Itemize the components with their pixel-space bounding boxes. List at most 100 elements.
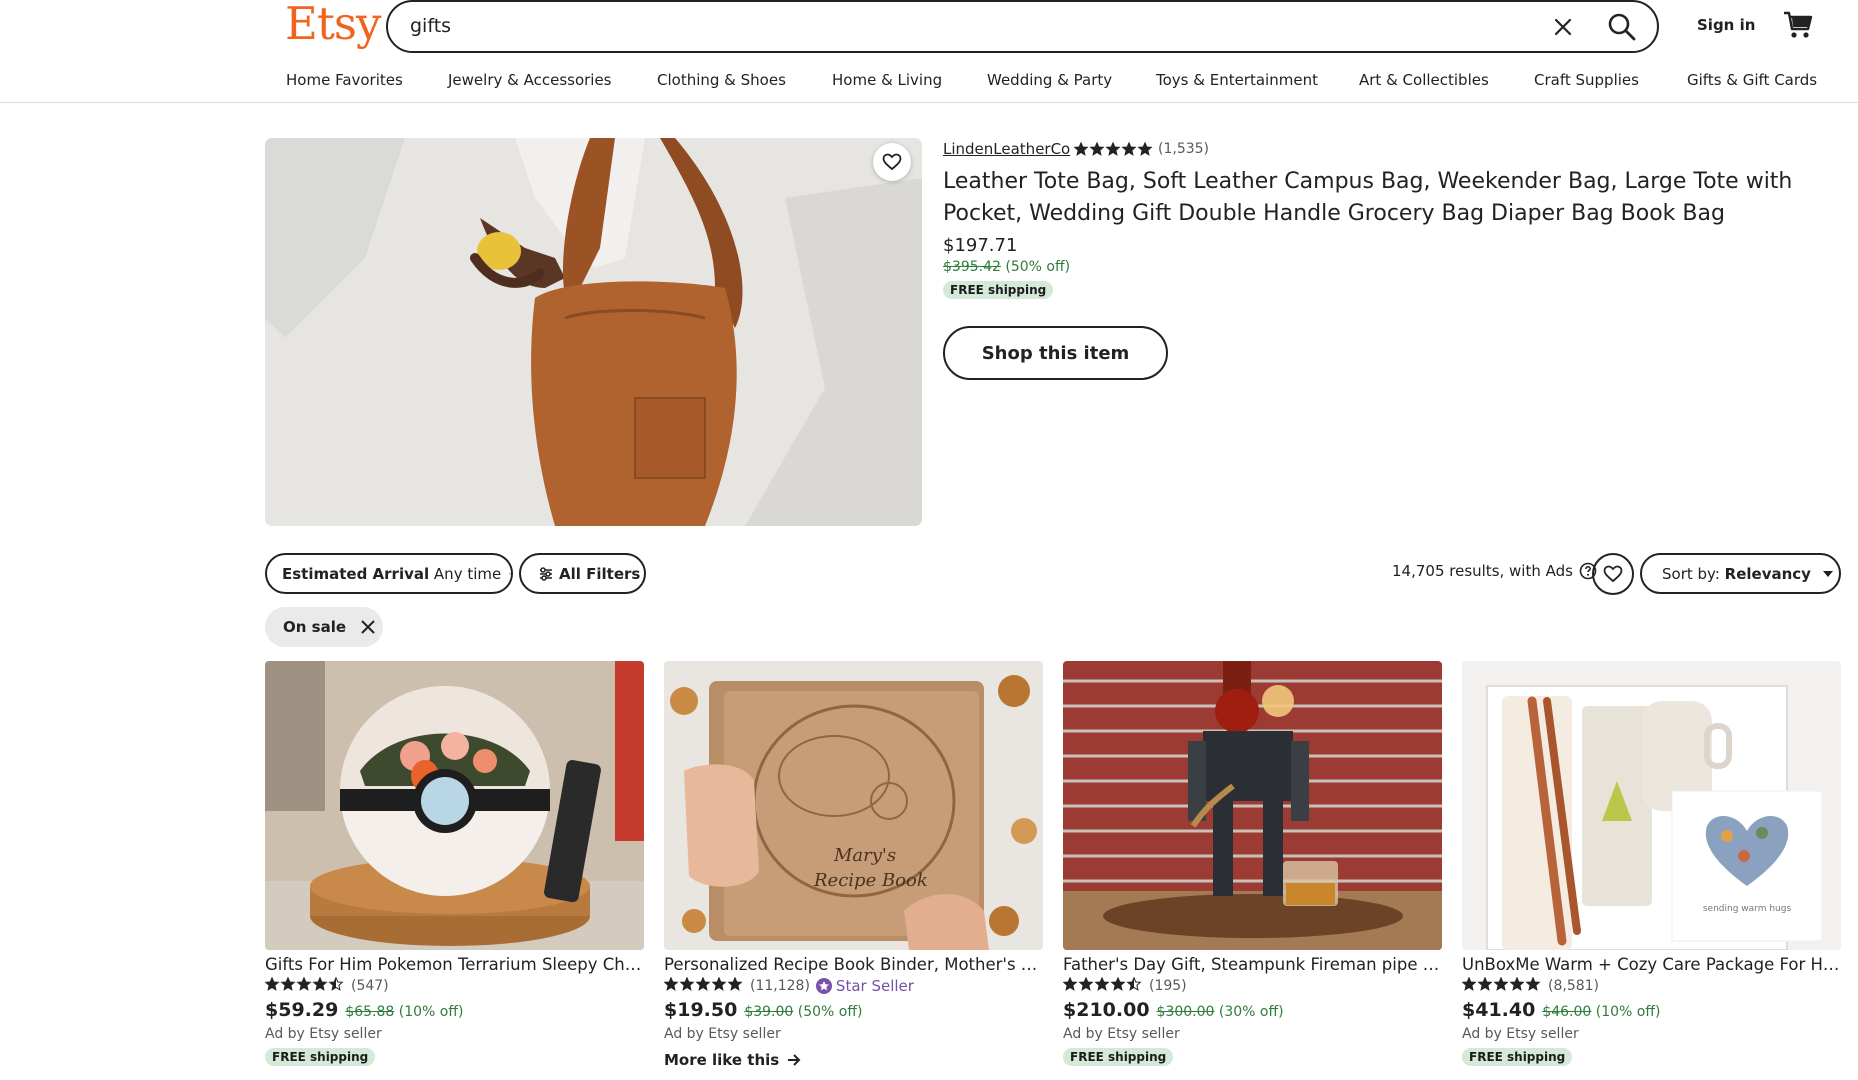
etsy-logo[interactable]: Etsy — [285, 0, 381, 50]
sort-dropdown[interactable]: Sort by: Relevancy — [1640, 553, 1841, 594]
star-rating-icons — [1062, 976, 1142, 991]
listing-rating: (195) — [1062, 976, 1442, 995]
nav-jewelry-accessories[interactable]: Jewelry & Accessories — [448, 71, 612, 89]
more-like-this-label: More like this — [664, 1051, 780, 1069]
listing-rating: (8,581) — [1461, 976, 1841, 995]
chip-label: On sale — [283, 618, 347, 636]
discount: (50% off) — [797, 1004, 863, 1020]
heart-icon — [1603, 565, 1623, 583]
star-rating-icons — [1073, 141, 1153, 156]
strike-price: $39.00 — [744, 1004, 794, 1020]
listing-card[interactable]: Father's Day Gift, Steampunk Fireman pip… — [1062, 661, 1442, 1066]
nav-wedding-party[interactable]: Wedding & Party — [987, 71, 1112, 89]
results-count: 14,705 results, with Ads — [1392, 562, 1597, 580]
cart-icon[interactable] — [1782, 10, 1814, 40]
listing-image[interactable]: Mary's Recipe Book — [664, 661, 1043, 950]
nav-toys-entertainment[interactable]: Toys & Entertainment — [1156, 71, 1318, 89]
card-message-text: sending warm hugs — [1703, 904, 1792, 914]
more-like-this-link[interactable]: More like this — [664, 1051, 1043, 1069]
rating-stars — [663, 976, 744, 995]
search-input[interactable] — [410, 11, 1510, 41]
rating-stars — [264, 976, 345, 995]
ad-label: Ad by Etsy seller — [1063, 1026, 1180, 1042]
star-icon — [264, 976, 280, 991]
all-filters-label: All Filters — [559, 564, 641, 583]
ad-label: Ad by Etsy seller — [664, 1026, 781, 1042]
ad-label: Ad by Etsy seller — [1462, 1026, 1579, 1042]
nav-clothing-shoes[interactable]: Clothing & Shoes — [657, 71, 786, 89]
recipe-book-photo: Mary's Recipe Book — [664, 661, 1043, 950]
star-icon — [1493, 976, 1509, 991]
strike-price: $65.88 — [345, 1004, 395, 1020]
nav-home-favorites[interactable]: Home Favorites — [286, 71, 403, 89]
listing-title[interactable]: UnBoxMe Warm + Cozy Care Package For Her… — [1462, 955, 1841, 974]
strike-price: $46.00 — [1542, 1004, 1592, 1020]
sale-price: $59.29 — [265, 999, 339, 1021]
listing-title[interactable]: Father's Day Gift, Steampunk Fireman pip… — [1063, 955, 1442, 974]
star-icon — [328, 976, 344, 991]
nav-gifts-gift-cards[interactable]: Gifts & Gift Cards — [1687, 71, 1817, 89]
listing-title[interactable]: Gifts For Him Pokemon Terrarium Sleepy C… — [265, 955, 644, 974]
listing-title[interactable]: Personalized Recipe Book Binder, Mother'… — [664, 955, 1043, 974]
featured-title[interactable]: Leather Tote Bag, Soft Leather Campus Ba… — [943, 166, 1823, 230]
listing-image[interactable] — [265, 661, 644, 950]
featured-shop-link[interactable]: LindenLeatherCo — [943, 140, 1070, 158]
listing-card[interactable]: Mary's Recipe Book Personalized Recipe B… — [663, 661, 1043, 1069]
star-seller-icon — [815, 978, 832, 994]
listing-card[interactable]: sending warm hugs UnBoxMe Warm + Cozy Ca… — [1461, 661, 1841, 1066]
all-filters-button[interactable]: All Filters — [519, 553, 646, 594]
on-sale-filter-chip[interactable]: On sale — [265, 607, 383, 647]
listing-rating: (547) — [264, 976, 644, 995]
free-shipping-badge: FREE shipping — [1462, 1048, 1573, 1066]
featured-original-price: $395.42 (50% off) — [943, 259, 1070, 275]
featured-product-image[interactable] — [265, 138, 922, 526]
nav-craft-supplies[interactable]: Craft Supplies — [1534, 71, 1639, 89]
favorite-featured-button[interactable] — [873, 143, 911, 181]
strike-price: $300.00 — [1156, 1004, 1215, 1020]
free-shipping-badge: FREE shipping — [265, 1048, 376, 1066]
star-icon — [1477, 976, 1493, 991]
listing-image[interactable]: sending warm hugs — [1462, 661, 1841, 950]
original-price: $39.00 (50% off) — [744, 1004, 862, 1020]
listing-card[interactable]: Gifts For Him Pokemon Terrarium Sleepy C… — [264, 661, 644, 1066]
pokeball-terrarium-photo — [265, 661, 644, 950]
star-icon — [1105, 141, 1121, 156]
original-price: $65.88 (10% off) — [345, 1004, 463, 1020]
star-icon — [663, 976, 679, 991]
nav-home-living[interactable]: Home & Living — [832, 71, 942, 89]
arrow-right-icon — [788, 1054, 801, 1066]
star-icon — [1121, 141, 1137, 156]
filter-sliders-icon — [540, 566, 552, 581]
featured-discount: (50% off) — [1005, 259, 1071, 275]
sign-in-link[interactable]: Sign in — [1697, 16, 1755, 34]
star-rating-icons — [264, 976, 344, 991]
shop-this-item-button[interactable]: Shop this item — [943, 326, 1168, 380]
star-icon — [679, 976, 695, 991]
star-icon — [727, 976, 743, 991]
clear-search-icon[interactable] — [1550, 14, 1576, 40]
remove-filter-icon[interactable] — [360, 619, 376, 635]
save-search-button[interactable] — [1592, 553, 1634, 595]
star-icon — [1137, 141, 1153, 156]
review-count: (11,128) — [750, 978, 810, 994]
star-icon — [1073, 141, 1089, 156]
featured-review-count: (1,535) — [1158, 141, 1210, 157]
star-rating-icons — [1461, 976, 1541, 991]
estimated-arrival-filter[interactable]: Estimated Arrival Any time — [265, 553, 513, 594]
listing-price: $210.00 $300.00 (30% off) — [1063, 999, 1442, 1021]
star-rating-icons — [663, 976, 743, 991]
star-icon — [695, 976, 711, 991]
caret-down-icon — [1822, 570, 1833, 577]
sort-label: Sort by: — [1662, 564, 1720, 583]
listing-price: $41.40 $46.00 (10% off) — [1462, 999, 1841, 1021]
search-bar — [386, 0, 1659, 53]
featured-free-shipping-badge: FREE shipping — [943, 281, 1054, 299]
featured-rating-stars — [1073, 141, 1154, 160]
listing-image[interactable] — [1063, 661, 1442, 950]
star-icon — [1461, 976, 1477, 991]
featured-strike-price: $395.42 — [943, 259, 1001, 275]
nav-art-collectibles[interactable]: Art & Collectibles — [1359, 71, 1489, 89]
original-price: $300.00 (30% off) — [1157, 1004, 1284, 1020]
search-icon[interactable] — [1605, 10, 1639, 44]
recipe-book-text: Recipe Book — [813, 870, 928, 891]
